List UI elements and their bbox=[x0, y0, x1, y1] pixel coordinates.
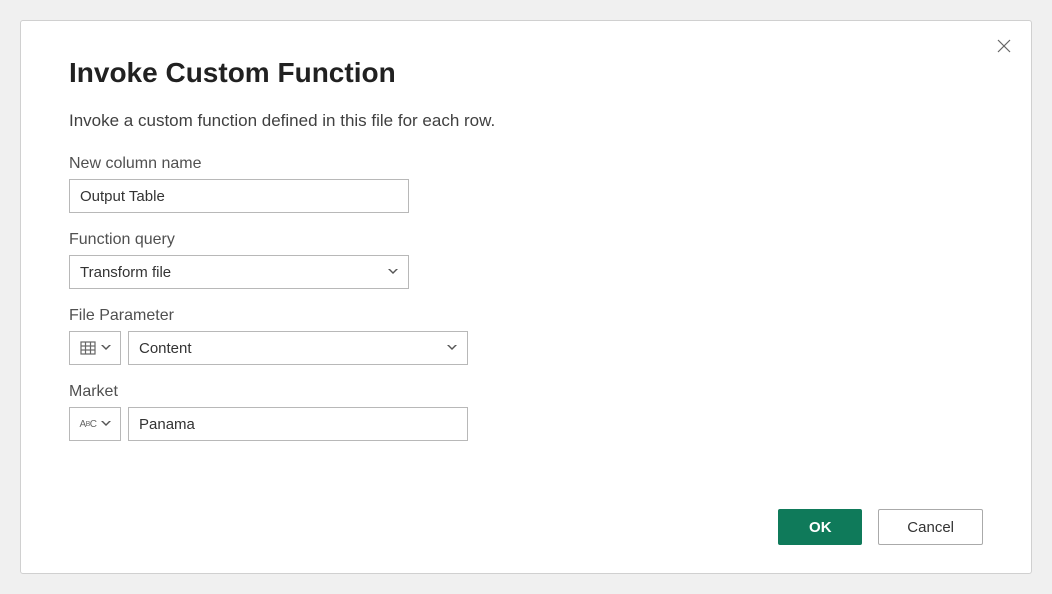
abc-icon: ABC bbox=[79, 415, 97, 433]
field-function-query: Function query Transform file bbox=[69, 231, 983, 289]
field-label: Function query bbox=[69, 231, 983, 249]
new-column-name-input[interactable] bbox=[69, 179, 409, 213]
close-button[interactable] bbox=[995, 37, 1013, 55]
dropdown-value: Transform file bbox=[80, 264, 171, 281]
function-query-dropdown[interactable]: Transform file bbox=[69, 255, 409, 289]
field-label: New column name bbox=[69, 155, 983, 173]
ok-button[interactable]: OK bbox=[778, 509, 862, 545]
field-file-parameter: File Parameter bbox=[69, 307, 983, 365]
dropdown-value: Content bbox=[139, 340, 192, 357]
field-new-column-name: New column name bbox=[69, 155, 983, 213]
field-label: File Parameter bbox=[69, 307, 983, 325]
dialog-content: Invoke Custom Function Invoke a custom f… bbox=[21, 21, 1031, 483]
close-icon bbox=[996, 38, 1012, 54]
market-input[interactable] bbox=[128, 407, 468, 441]
chevron-down-icon bbox=[447, 345, 457, 351]
file-parameter-dropdown[interactable]: Content bbox=[128, 331, 468, 365]
file-parameter-type-selector[interactable] bbox=[69, 331, 121, 365]
cancel-button[interactable]: Cancel bbox=[878, 509, 983, 545]
dialog-footer: OK Cancel bbox=[778, 509, 983, 545]
table-icon bbox=[79, 339, 97, 357]
invoke-custom-function-dialog: Invoke Custom Function Invoke a custom f… bbox=[20, 20, 1032, 574]
field-market: Market ABC bbox=[69, 383, 983, 441]
dialog-title: Invoke Custom Function bbox=[69, 57, 983, 89]
dialog-subtitle: Invoke a custom function defined in this… bbox=[69, 111, 983, 131]
field-label: Market bbox=[69, 383, 983, 401]
chevron-down-icon bbox=[101, 421, 111, 427]
chevron-down-icon bbox=[101, 345, 111, 351]
market-type-selector[interactable]: ABC bbox=[69, 407, 121, 441]
chevron-down-icon bbox=[388, 269, 398, 275]
